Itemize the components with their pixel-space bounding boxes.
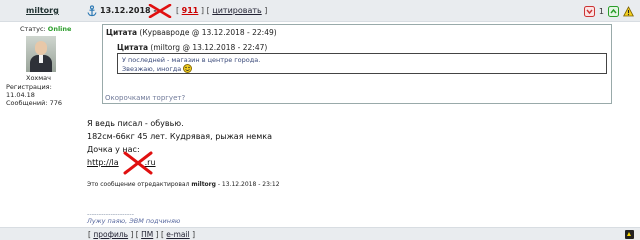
edited-time: - 13.12.2018 - 23:12 xyxy=(217,181,280,188)
author-cell: miltorg xyxy=(0,0,80,22)
post-body: Цитата (Курвавроде @ 13.12.2018 - 22:49)… xyxy=(82,22,640,227)
author-name-link[interactable]: miltorg xyxy=(26,6,59,15)
inner-quote-title: Цитата (miltorg @ 13.12.2018 - 22:47) xyxy=(117,43,267,52)
inner-quote-line: Звезжаю, иногда xyxy=(122,64,602,73)
post-header-links: [ 911 ] [ цитировать ] xyxy=(176,6,267,15)
anchor-icon[interactable] xyxy=(86,5,98,17)
quote-block-outer: Цитата (Курвавроде @ 13.12.2018 - 22:49)… xyxy=(102,24,612,104)
rating-count: 1 xyxy=(598,6,604,16)
status-label: Статус: xyxy=(20,25,46,33)
quote-block-inner: У последней - магазин в центре города. З… xyxy=(117,53,607,74)
post-header: miltorg 13.12.2018 - [ 911 ] [ цитироват… xyxy=(0,0,640,22)
red-cross-redaction-icon xyxy=(123,151,153,175)
message-line: Дочка у нас: xyxy=(87,145,140,154)
message-line: Я ведь писал - обувью. xyxy=(87,119,184,128)
signature-text: Лужу паяю, ЭВМ подчиняю xyxy=(87,217,181,225)
quote-meta: (Курвавроде @ 13.12.2018 - 22:49) xyxy=(139,28,277,37)
edited-notice: Это сообщение отредактировал miltorg - 1… xyxy=(87,181,280,188)
pm-link[interactable]: ПМ xyxy=(141,230,153,239)
user-status: Статус: Online xyxy=(20,25,71,33)
post-number-link[interactable]: 911 xyxy=(182,6,199,15)
status-online-value: Online xyxy=(47,25,72,33)
email-link[interactable]: e-mail xyxy=(166,230,189,239)
outer-quote-title: Цитата (Курвавроде @ 13.12.2018 - 22:49) xyxy=(106,28,277,37)
bracket-close: ] xyxy=(264,6,268,15)
scroll-to-top-icon[interactable] xyxy=(625,230,634,239)
user-stats: Регистрация: 11.04.18 Сообщений: 776 xyxy=(6,83,80,107)
bracket-separator: ] [ xyxy=(200,6,210,15)
footer-links: [ профиль ] [ ПМ ] [ e-mail ] xyxy=(88,230,195,239)
bracket-close: ] xyxy=(192,230,195,239)
bracket-open: [ xyxy=(88,230,91,239)
url-start: http://la xyxy=(87,158,119,167)
avatar[interactable] xyxy=(26,36,56,72)
post-footer: [ профиль ] [ ПМ ] [ e-mail ] xyxy=(0,227,640,240)
message-link-line: http://la .ru xyxy=(87,156,272,169)
rating-area: 1 xyxy=(583,4,634,18)
edited-prefix: Это сообщение отредактировал xyxy=(87,181,190,188)
report-warning-icon[interactable] xyxy=(623,5,634,17)
quote-link[interactable]: цитировать xyxy=(212,6,261,15)
inner-quote-meta: (miltorg @ 13.12.2018 - 22:47) xyxy=(150,43,268,52)
post-message: Я ведь писал - обувью. 182см-66кг 45 лет… xyxy=(87,117,272,169)
rating-up-icon[interactable] xyxy=(608,5,619,17)
forum-post: miltorg 13.12.2018 - [ 911 ] [ цитироват… xyxy=(0,0,640,240)
bracket-separator: ] [ xyxy=(130,230,139,239)
registration-date: Регистрация: 11.04.18 xyxy=(6,83,52,99)
smiley-icon xyxy=(183,64,193,73)
quote-label: Цитата xyxy=(106,28,138,37)
user-profile-column: Статус: Online Хохмач Регистрация: 11.04… xyxy=(0,22,80,227)
outer-quote-text: Окорочками торгует? xyxy=(105,94,186,102)
rating-down-icon[interactable] xyxy=(583,5,595,17)
bracket-open: [ xyxy=(176,6,180,15)
message-count: Сообщений: 776 xyxy=(6,99,62,107)
message-line: 182см-66кг 45 лет. Кудрявая, рыжая немка xyxy=(87,132,272,141)
inner-quote-text: Звезжаю, иногда xyxy=(122,65,182,73)
user-title: Хохмач xyxy=(26,74,52,82)
edited-author: miltorg xyxy=(191,181,216,188)
inner-quote-line: У последней - магазин в центре города. xyxy=(122,56,261,64)
inner-quote-label: Цитата xyxy=(117,43,149,52)
profile-link[interactable]: профиль xyxy=(93,230,128,239)
bracket-separator: ] [ xyxy=(155,230,164,239)
red-cross-redaction-icon xyxy=(148,4,172,18)
